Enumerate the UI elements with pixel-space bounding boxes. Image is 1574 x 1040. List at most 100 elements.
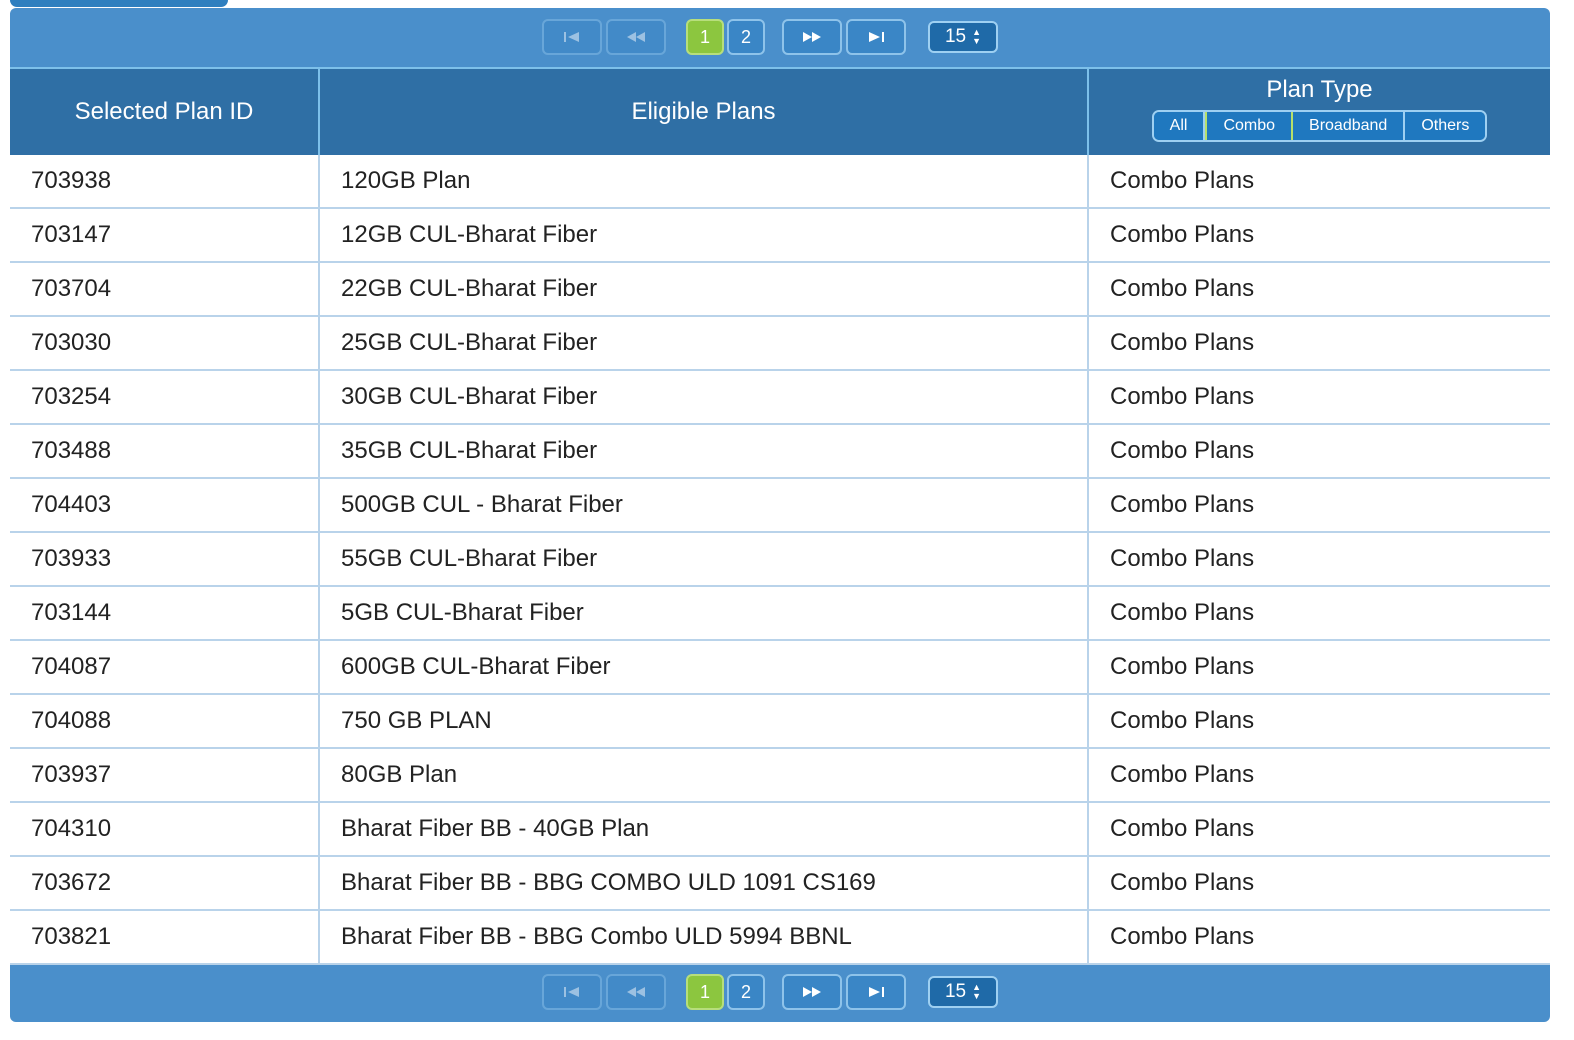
last-page-button[interactable] bbox=[846, 974, 906, 1010]
table-row[interactable]: 703144 5GB CUL-Bharat Fiber Combo Plans bbox=[10, 586, 1550, 641]
filter-all-button[interactable]: All bbox=[1153, 112, 1206, 140]
prev-page-icon bbox=[627, 987, 645, 997]
eligible-plan-cell: Bharat Fiber BB - BBG Combo ULD 5994 BBN… bbox=[319, 910, 1089, 965]
next-page-icon bbox=[803, 987, 821, 997]
plan-id-cell: 704087 bbox=[10, 640, 320, 695]
last-page-icon bbox=[869, 32, 884, 42]
plan-type-cell: Combo Plans bbox=[1088, 694, 1550, 749]
plan-type-cell: Combo Plans bbox=[1088, 532, 1550, 587]
column-header-label: Selected Plan ID bbox=[74, 98, 254, 125]
plan-type-cell: Combo Plans bbox=[1088, 316, 1550, 371]
page-label: 2 bbox=[740, 981, 751, 1002]
eligible-plan-cell: 55GB CUL-Bharat Fiber bbox=[319, 532, 1089, 587]
rows-per-page-value: 15 bbox=[944, 981, 967, 1002]
table-row[interactable]: 704403 500GB CUL - Bharat Fiber Combo Plan… bbox=[10, 478, 1550, 533]
eligible-plan-cell: 35GB CUL-Bharat Fiber bbox=[319, 424, 1089, 479]
filter-combo-button[interactable]: Combo bbox=[1205, 112, 1294, 140]
column-header-plan-id[interactable]: Selected Plan ID bbox=[10, 67, 320, 155]
column-header-label: Eligible Plans bbox=[631, 98, 776, 125]
table-row[interactable]: 703488 35GB CUL-Bharat Fiber Combo Plans bbox=[10, 424, 1550, 479]
eligible-plan-cell: 500GB CUL - Bharat Fiber bbox=[319, 478, 1089, 533]
table-row[interactable]: 703704 22GB CUL-Bharat Fiber Combo Plans bbox=[10, 262, 1550, 317]
eligible-plan-cell: 25GB CUL-Bharat Fiber bbox=[319, 316, 1089, 371]
table-row[interactable]: 704088 750 GB PLAN Combo Plans bbox=[10, 694, 1550, 749]
plan-id-cell: 703938 bbox=[10, 155, 320, 209]
plan-type-cell: Combo Plans bbox=[1088, 208, 1550, 263]
first-page-icon bbox=[564, 987, 579, 997]
plan-type-cell: Combo Plans bbox=[1088, 640, 1550, 695]
prev-page-button[interactable] bbox=[606, 974, 666, 1010]
filter-others-button[interactable]: Others bbox=[1405, 112, 1486, 140]
first-page-button[interactable] bbox=[542, 974, 602, 1010]
eligible-plan-cell: 5GB CUL-Bharat Fiber bbox=[319, 586, 1089, 641]
page-button-2[interactable]: 2 bbox=[727, 19, 765, 55]
table-row[interactable]: 703254 30GB CUL-Bharat Fiber Combo Plans bbox=[10, 370, 1550, 425]
eligible-plan-cell: 30GB CUL-Bharat Fiber bbox=[319, 370, 1089, 425]
plan-type-cell: Combo Plans bbox=[1088, 910, 1550, 965]
eligible-plan-cell: 22GB CUL-Bharat Fiber bbox=[319, 262, 1089, 317]
table-row[interactable]: 703672 Bharat Fiber BB - BBG COMBO ULD 10… bbox=[10, 856, 1550, 911]
plan-type-cell: Combo Plans bbox=[1088, 802, 1550, 857]
table-row[interactable]: 704310 Bharat Fiber BB - 40GB Plan Combo P… bbox=[10, 802, 1550, 857]
next-page-icon bbox=[803, 32, 821, 42]
eligible-plan-cell: 120GB Plan bbox=[319, 155, 1089, 209]
plans-grid: 1 2 15 ▲ ▼ Selected Plan ID Eligible Plan… bbox=[10, 8, 1550, 1022]
page-button-1[interactable]: 1 bbox=[686, 19, 724, 55]
plan-id-cell: 703254 bbox=[10, 370, 320, 425]
first-page-button[interactable] bbox=[542, 19, 602, 55]
spinner-arrows-icon: ▲ ▼ bbox=[972, 27, 982, 46]
rows-per-page-select[interactable]: 15 ▲ ▼ bbox=[928, 21, 998, 53]
table-row[interactable]: 703030 25GB CUL-Bharat Fiber Combo Plans bbox=[10, 316, 1550, 371]
eligible-plan-cell: 12GB CUL-Bharat Fiber bbox=[319, 208, 1089, 263]
plan-type-cell: Combo Plans bbox=[1088, 586, 1550, 641]
table-row[interactable]: 704087 600GB CUL-Bharat Fiber Combo Plans bbox=[10, 640, 1550, 695]
plan-id-cell: 704310 bbox=[10, 802, 320, 857]
first-page-icon bbox=[564, 32, 579, 42]
prev-page-button[interactable] bbox=[606, 19, 666, 55]
plan-id-cell: 703704 bbox=[10, 262, 320, 317]
plan-type-cell: Combo Plans bbox=[1088, 370, 1550, 425]
plan-type-cell: Combo Plans bbox=[1088, 155, 1550, 209]
bottom-paginator: 1 2 15 ▲ ▼ bbox=[10, 964, 1550, 1022]
eligible-plan-cell: 600GB CUL-Bharat Fiber bbox=[319, 640, 1089, 695]
plan-id-cell: 703672 bbox=[10, 856, 320, 911]
prev-page-icon bbox=[627, 32, 645, 42]
eligible-plan-cell: Bharat Fiber BB - 40GB Plan bbox=[319, 802, 1089, 857]
plan-id-cell: 703933 bbox=[10, 532, 320, 587]
last-page-button[interactable] bbox=[846, 19, 906, 55]
page-button-1[interactable]: 1 bbox=[686, 974, 724, 1010]
plan-id-cell: 703937 bbox=[10, 748, 320, 803]
page-label: 1 bbox=[699, 26, 710, 47]
plan-id-cell: 703821 bbox=[10, 910, 320, 965]
top-paginator: 1 2 15 ▲ ▼ bbox=[10, 8, 1550, 67]
filter-broadband-button[interactable]: Broadband bbox=[1293, 112, 1406, 140]
table-row[interactable]: 703937 80GB Plan Combo Plans bbox=[10, 748, 1550, 803]
next-page-button[interactable] bbox=[782, 974, 842, 1010]
spinner-arrows-icon: ▲ ▼ bbox=[972, 982, 982, 1001]
plan-type-cell: Combo Plans bbox=[1088, 424, 1550, 479]
plan-id-cell: 703147 bbox=[10, 208, 320, 263]
plan-id-cell: 703144 bbox=[10, 586, 320, 641]
table-row[interactable]: 703933 55GB CUL-Bharat Fiber Combo Plans bbox=[10, 532, 1550, 587]
last-page-icon bbox=[869, 987, 884, 997]
rows-per-page-value: 15 bbox=[944, 26, 967, 47]
next-page-button[interactable] bbox=[782, 19, 842, 55]
rows-per-page-select[interactable]: 15 ▲ ▼ bbox=[928, 976, 998, 1008]
column-header-eligible-plans[interactable]: Eligible Plans bbox=[319, 67, 1089, 155]
plan-id-cell: 703030 bbox=[10, 316, 320, 371]
page-label: 2 bbox=[740, 26, 751, 47]
eligible-plan-cell: Bharat Fiber BB - BBG COMBO ULD 1091 CS1… bbox=[319, 856, 1089, 911]
column-header-label: Plan Type bbox=[1266, 76, 1373, 103]
table-row[interactable]: 703147 12GB CUL-Bharat Fiber Combo Plans bbox=[10, 208, 1550, 263]
table-row[interactable]: 703821 Bharat Fiber BB - BBG Combo ULD 59… bbox=[10, 910, 1550, 965]
plan-id-cell: 704403 bbox=[10, 478, 320, 533]
table-row[interactable]: 703938 120GB Plan Combo Plans bbox=[10, 155, 1550, 209]
page-label: 1 bbox=[699, 981, 710, 1002]
plan-type-cell: Combo Plans bbox=[1088, 262, 1550, 317]
plan-type-filter: All Combo Broadband Others bbox=[1151, 110, 1488, 142]
plans-table: Selected Plan ID Eligible Plans Plan Typ… bbox=[10, 67, 1550, 965]
plan-type-cell: Combo Plans bbox=[1088, 748, 1550, 803]
plan-type-cell: Combo Plans bbox=[1088, 856, 1550, 911]
page-button-2[interactable]: 2 bbox=[727, 974, 765, 1010]
top-tab-edge bbox=[10, 0, 228, 7]
